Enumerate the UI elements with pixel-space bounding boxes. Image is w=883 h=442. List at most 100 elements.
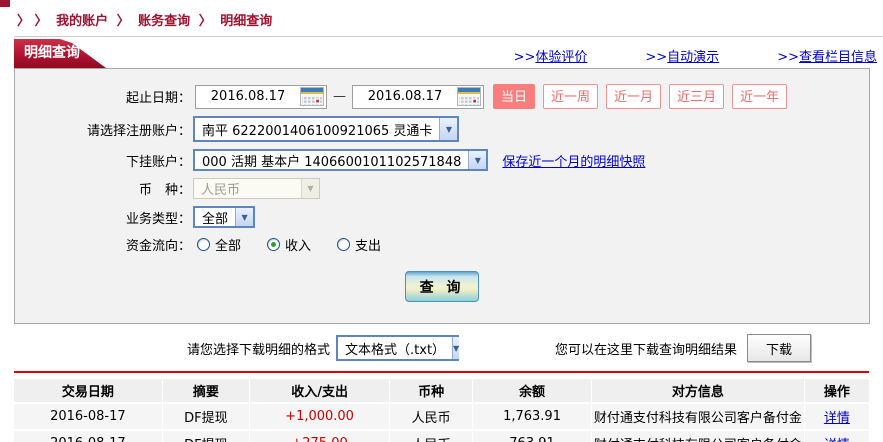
link-auto-demo[interactable]: >>自动演示 <box>645 46 719 65</box>
query-form-panel: 起止日期： 2016.08.17 — 2016.08.17 当日 近一周 近一月… <box>14 68 870 324</box>
range-last-year-button[interactable]: 近一年 <box>732 84 788 109</box>
radio-checked-icon[interactable] <box>267 238 281 251</box>
breadcrumb: 〉 〉 我的账户 〉 账务查询 〉 明细查询 <box>0 0 883 36</box>
flow-option-expense[interactable]: 支出 <box>337 235 381 254</box>
download-format-label: 请您选择下载明细的格式 <box>187 342 331 358</box>
range-last-week-button[interactable]: 近一周 <box>543 84 599 109</box>
download-hint: 您可以在这里下载查询明细结果 <box>555 342 738 358</box>
registered-account-value: 南平 6222001406100921065 灵通卡 <box>202 123 433 139</box>
red-divider <box>14 371 869 373</box>
sub-account-select[interactable]: 000 活期 基本户 1406600101102571848 ▼ <box>193 149 489 171</box>
cell-counterparty: 财付通支付科技有限公司客户备付金 <box>591 431 805 442</box>
query-button[interactable]: 查 询 <box>405 271 479 302</box>
business-type-label: 业务类型： <box>125 211 191 227</box>
flow-option-all[interactable]: 全部 <box>197 235 241 254</box>
calendar-icon[interactable] <box>457 87 481 106</box>
link-prefix: >> <box>513 50 536 65</box>
business-type-row: 业务类型： 全部 ▼ <box>15 206 869 228</box>
link-experience-review[interactable]: >>体验评价 <box>514 46 588 65</box>
download-button[interactable]: 下载 <box>747 334 812 362</box>
fund-flow-row: 资金流向： 全部 收入 支出 <box>15 235 869 254</box>
cell-currency: 人民币 <box>390 404 474 429</box>
start-date-value[interactable]: 2016.08.17 <box>196 89 300 104</box>
flow-option-income[interactable]: 收入 <box>267 235 311 254</box>
chevron-down-icon[interactable]: ▼ <box>468 151 487 169</box>
sub-account-label: 下挂账户： <box>125 154 191 170</box>
table-row: 2016-08-17 DF提现 +275.00 人民币 763.91 财付通支付… <box>14 431 869 442</box>
cell-currency: 人民币 <box>390 431 474 442</box>
registered-account-select[interactable]: 南平 6222001406100921065 灵通卡 ▼ <box>193 116 460 142</box>
range-today-button[interactable]: 当日 <box>493 84 536 109</box>
table-row: 2016-08-17 DF提现 +1,000.00 人民币 1,763.91 财… <box>14 404 869 429</box>
corner-accent <box>0 0 10 7</box>
calendar-icon[interactable] <box>300 87 324 106</box>
start-date-input[interactable]: 2016.08.17 <box>195 84 327 109</box>
breadcrumb-prefix: 〉 〉 <box>17 14 48 29</box>
detail-link[interactable]: 详情 <box>824 438 850 442</box>
chevron-down-icon[interactable]: ▼ <box>235 208 254 226</box>
radio-unchecked-icon[interactable] <box>197 238 210 251</box>
cell-counterparty: 财付通支付科技有限公司客户备付金 <box>591 404 805 429</box>
download-section: 请您选择下载明细的格式 文本格式（.txt） ▼ 您可以在这里下载查询明细结果 … <box>187 333 883 363</box>
chevron-down-icon[interactable]: ▼ <box>452 337 460 359</box>
link-prefix: >> <box>645 50 668 65</box>
chevron-down-icon: ▼ <box>301 179 319 198</box>
cell-date: 2016-08-17 <box>14 431 163 442</box>
date-separator: — <box>333 89 346 104</box>
breadcrumb-separator: 〉 <box>198 14 212 29</box>
tab-detail-query[interactable]: 明细查询 <box>14 39 106 68</box>
breadcrumb-item-my-account[interactable]: 我的账户 <box>56 14 108 29</box>
col-summary: 摘要 <box>162 379 250 402</box>
link-label: 查看栏目信息 <box>798 50 877 65</box>
sub-account-value: 000 活期 基本户 1406600101102571848 <box>202 154 462 170</box>
download-format-value: 文本格式（.txt） <box>345 342 446 358</box>
cell-date: 2016-08-17 <box>14 404 163 429</box>
currency-value: 人民币 <box>201 183 241 198</box>
cell-amount: +1,000.00 <box>249 404 391 429</box>
end-date-input[interactable]: 2016.08.17 <box>352 84 484 109</box>
radio-unchecked-icon[interactable] <box>337 238 351 251</box>
fund-flow-options: 全部 收入 支出 <box>197 235 381 254</box>
fund-flow-label: 资金流向： <box>125 239 191 254</box>
currency-row: 币 种： 人民币 ▼ <box>15 178 869 199</box>
save-snapshot-link[interactable]: 保存近一个月的明细快照 <box>502 151 645 170</box>
cell-amount: +275.00 <box>249 431 391 442</box>
link-view-column-info[interactable]: >>查看栏目信息 <box>777 46 877 65</box>
cell-summary: DF提现 <box>162 404 250 429</box>
col-amount: 收入/支出 <box>249 379 391 402</box>
cell-balance: 763.91 <box>473 431 592 442</box>
chevron-down-icon[interactable]: ▼ <box>439 118 458 140</box>
range-last-month-button[interactable]: 近一月 <box>606 84 662 109</box>
header-links: >>体验评价 >>自动演示 >>查看栏目信息 <box>514 46 877 65</box>
registered-account-label: 请选择注册账户： <box>86 123 191 139</box>
table-header-row: 交易日期 摘要 收入/支出 币种 余额 对方信息 操作 <box>14 379 869 402</box>
flow-option-all-label: 全部 <box>215 239 242 254</box>
currency-select: 人民币 ▼ <box>193 178 320 199</box>
end-date-value[interactable]: 2016.08.17 <box>353 89 457 104</box>
tab-bar: 明细查询 >>体验评价 >>自动演示 >>查看栏目信息 <box>14 37 883 68</box>
link-label: 自动演示 <box>667 50 720 65</box>
sub-account-row: 下挂账户： 000 活期 基本户 1406600101102571848 ▼ 保… <box>15 149 869 171</box>
breadcrumb-item-detail-query[interactable]: 明细查询 <box>220 14 272 29</box>
currency-label: 币 种： <box>138 183 191 198</box>
col-currency: 币种 <box>390 379 474 402</box>
range-last-3-months-button[interactable]: 近三月 <box>669 84 725 109</box>
business-type-select[interactable]: 全部 ▼ <box>193 206 256 228</box>
breadcrumb-item-account-query[interactable]: 账务查询 <box>138 14 190 29</box>
col-balance: 余额 <box>473 379 592 402</box>
cell-balance: 1,763.91 <box>473 404 592 429</box>
link-label: 体验评价 <box>535 50 588 65</box>
col-counterparty: 对方信息 <box>591 379 805 402</box>
col-date: 交易日期 <box>14 379 163 402</box>
download-format-select[interactable]: 文本格式（.txt） ▼ <box>336 335 460 361</box>
flow-option-income-label: 收入 <box>285 239 312 254</box>
col-action: 操作 <box>804 379 869 402</box>
date-range-row: 起止日期： 2016.08.17 — 2016.08.17 当日 近一周 近一月… <box>15 84 869 109</box>
cell-summary: DF提现 <box>162 431 250 442</box>
link-prefix: >> <box>777 50 799 65</box>
breadcrumb-separator: 〉 <box>116 14 130 29</box>
flow-option-expense-label: 支出 <box>355 239 382 254</box>
registered-account-row: 请选择注册账户： 南平 6222001406100921065 灵通卡 ▼ <box>15 116 869 142</box>
detail-link[interactable]: 详情 <box>824 411 850 426</box>
business-type-value: 全部 <box>202 211 229 227</box>
